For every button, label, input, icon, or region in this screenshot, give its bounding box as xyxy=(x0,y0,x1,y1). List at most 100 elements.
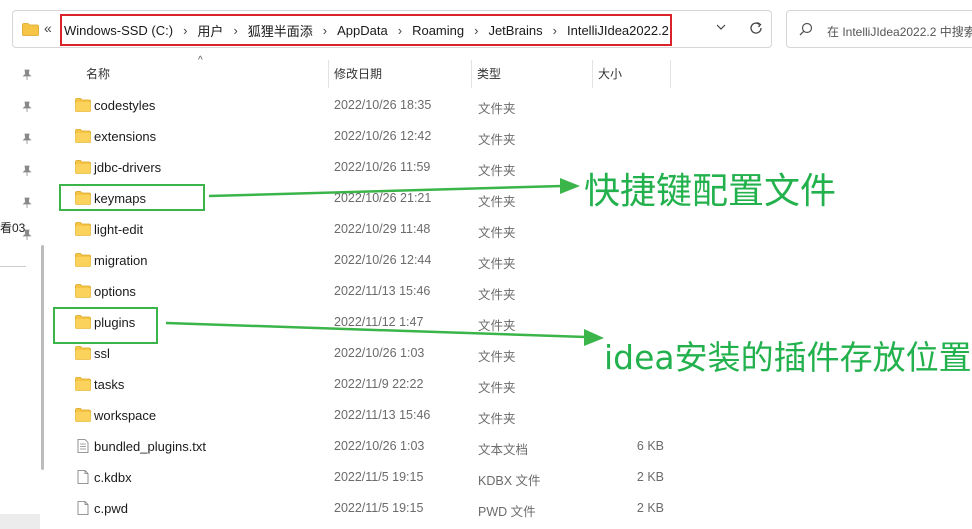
file-row[interactable]: c.pwd 2022/11/5 19:15 PWD 文件 2 KB xyxy=(60,493,680,524)
breadcrumb-item-users[interactable]: 用户 xyxy=(197,21,223,40)
folder-icon xyxy=(75,160,91,174)
column-header-size-label: 大小 xyxy=(598,66,623,81)
file-date-modified: 2022/11/13 15:46 xyxy=(334,408,431,422)
folder-icon xyxy=(75,346,91,360)
breadcrumb-item-roaming[interactable]: Roaming xyxy=(412,23,464,38)
file-type: PWD 文件 xyxy=(478,505,536,519)
file-row[interactable]: tasks 2022/11/9 22:22 文件夹 xyxy=(60,369,680,400)
file-name: migration xyxy=(94,253,148,268)
breadcrumb-overflow-chevron[interactable]: « xyxy=(44,20,52,36)
plugins-highlight-box xyxy=(53,307,158,344)
file-date-modified: 2022/11/5 19:15 xyxy=(334,501,424,515)
folder-icon xyxy=(22,23,39,36)
column-divider[interactable] xyxy=(592,60,593,88)
file-type: 文件夹 xyxy=(478,288,516,302)
folder-icon xyxy=(75,408,91,422)
file-row[interactable]: extensions 2022/10/26 12:42 文件夹 xyxy=(60,121,680,152)
plugins-annotation: idea安装的插件存放位置 xyxy=(604,338,972,377)
breadcrumb-separator[interactable]: › xyxy=(474,23,478,38)
file-name: workspace xyxy=(94,408,157,423)
folder-icon xyxy=(75,129,91,143)
breadcrumb-separator[interactable]: › xyxy=(398,23,402,38)
column-divider[interactable] xyxy=(328,60,329,88)
pin-icon[interactable] xyxy=(22,101,32,113)
file-date-modified: 2022/11/12 1:47 xyxy=(334,315,424,329)
search-icon xyxy=(799,22,813,36)
file-type: 文件夹 xyxy=(478,381,516,395)
file-type: KDBX 文件 xyxy=(478,474,541,488)
breadcrumb-item-jetbrains[interactable]: JetBrains xyxy=(488,23,542,38)
file-type: 文件夹 xyxy=(478,133,516,147)
pin-icon[interactable] xyxy=(22,197,32,209)
file-icon xyxy=(75,501,91,515)
folder-icon xyxy=(75,284,91,298)
file-type: 文件夹 xyxy=(478,226,516,240)
file-date-modified: 2022/10/26 18:35 xyxy=(334,98,432,112)
text-file-icon xyxy=(75,439,91,453)
file-type: 文件夹 xyxy=(478,257,516,271)
file-row[interactable]: options 2022/11/13 15:46 文件夹 xyxy=(60,276,680,307)
breadcrumb-separator[interactable]: › xyxy=(183,23,187,38)
file-type: 文件夹 xyxy=(478,164,516,178)
breadcrumb: Windows-SSD (C:) › 用户 › 狐狸半面添 › AppData … xyxy=(60,14,672,46)
folder-icon xyxy=(75,98,91,112)
column-divider[interactable] xyxy=(471,60,472,88)
file-date-modified: 2022/10/26 1:03 xyxy=(334,346,425,360)
file-row[interactable]: codestyles 2022/10/26 18:35 文件夹 xyxy=(60,90,680,121)
file-size: 2 KB xyxy=(636,470,664,484)
file-row[interactable]: light-edit 2022/10/29 11:48 文件夹 xyxy=(60,214,680,245)
file-type: 文件夹 xyxy=(478,195,516,209)
file-name: jdbc-drivers xyxy=(94,160,162,175)
refresh-icon[interactable] xyxy=(748,20,764,36)
breadcrumb-separator[interactable]: › xyxy=(323,23,327,38)
file-name: light-edit xyxy=(94,222,144,237)
breadcrumb-item-user[interactable]: 狐狸半面添 xyxy=(248,21,313,40)
file-type: 文本文档 xyxy=(478,443,529,457)
file-date-modified: 2022/10/26 12:44 xyxy=(334,253,432,267)
nav-divider xyxy=(0,266,26,267)
chevron-down-icon[interactable] xyxy=(715,21,727,33)
file-date-modified: 2022/10/29 11:48 xyxy=(334,222,431,236)
pin-icon[interactable] xyxy=(22,165,32,177)
column-header-type[interactable]: 类型 xyxy=(477,58,592,88)
folder-icon xyxy=(75,377,91,391)
file-name: options xyxy=(94,284,136,299)
file-name: bundled_plugins.txt xyxy=(94,439,207,454)
file-type: 文件夹 xyxy=(478,102,516,116)
file-date-modified: 2022/10/26 11:59 xyxy=(334,160,431,174)
column-header-name-label: 名称 xyxy=(86,66,111,81)
search-placeholder: 在 IntelliJIdea2022.2 中搜索 xyxy=(827,25,972,39)
nav-scrollbar[interactable] xyxy=(41,245,44,470)
column-header-date-label: 修改日期 xyxy=(334,66,383,81)
keymaps-highlight-box xyxy=(59,184,205,211)
file-row[interactable]: migration 2022/10/26 12:44 文件夹 xyxy=(60,245,680,276)
column-header-size[interactable]: 大小 xyxy=(598,58,668,88)
file-row[interactable]: c.kdbx 2022/11/5 19:15 KDBX 文件 2 KB xyxy=(60,462,680,493)
horizontal-scrollbar[interactable] xyxy=(0,514,40,529)
breadcrumb-item-drive[interactable]: Windows-SSD (C:) xyxy=(64,23,173,38)
breadcrumb-separator[interactable]: › xyxy=(553,23,557,38)
file-date-modified: 2022/11/5 19:15 xyxy=(334,470,424,484)
breadcrumb-separator[interactable]: › xyxy=(233,23,237,38)
column-header-date[interactable]: 修改日期 xyxy=(334,58,469,88)
file-date-modified: 2022/11/13 15:46 xyxy=(334,284,431,298)
file-row[interactable]: bundled_plugins.txt 2022/10/26 1:03 文本文档 6 … xyxy=(60,431,680,462)
file-name: c.pwd xyxy=(94,501,128,516)
breadcrumb-item-intellij[interactable]: IntelliJIdea2022.2 xyxy=(567,23,669,38)
file-type: 文件夹 xyxy=(478,319,516,333)
pin-icon[interactable] xyxy=(22,69,32,81)
search-input[interactable]: 在 IntelliJIdea2022.2 中搜索 xyxy=(786,10,972,48)
file-name: c.kdbx xyxy=(94,470,132,485)
folder-icon xyxy=(75,253,91,267)
file-date-modified: 2022/11/9 22:22 xyxy=(334,377,424,391)
address-bar[interactable]: « Windows-SSD (C:) › 用户 › 狐狸半面添 › AppDat… xyxy=(12,10,772,48)
pin-icon[interactable] xyxy=(22,229,32,241)
keymaps-annotation: 快捷键配置文件 xyxy=(584,171,837,212)
breadcrumb-item-appdata[interactable]: AppData xyxy=(337,23,388,38)
file-type: 文件夹 xyxy=(478,350,516,364)
file-row[interactable]: workspace 2022/11/13 15:46 文件夹 xyxy=(60,400,680,431)
column-header-name[interactable]: 名称 xyxy=(86,58,326,88)
file-date-modified: 2022/10/26 21:21 xyxy=(334,191,432,205)
column-divider[interactable] xyxy=(670,60,671,88)
pin-icon[interactable] xyxy=(22,133,32,145)
